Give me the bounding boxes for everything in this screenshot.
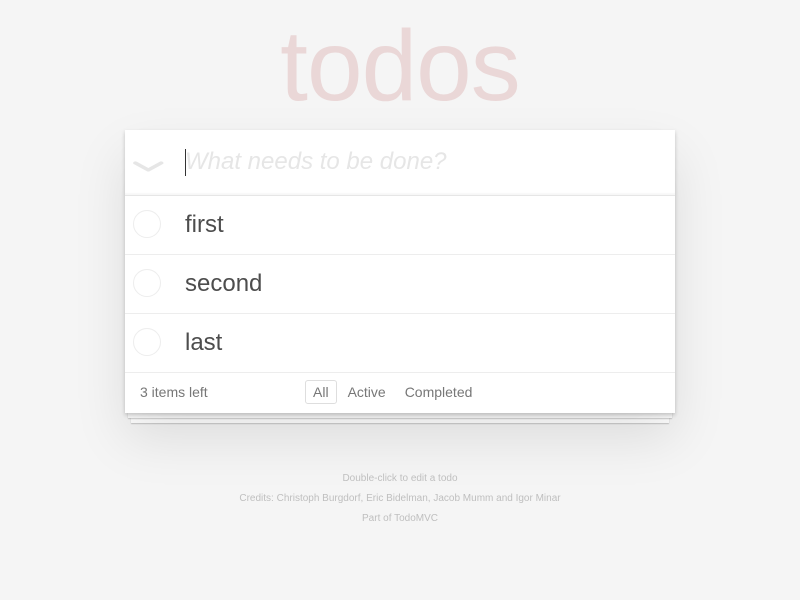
todo-header: [125, 130, 675, 196]
new-todo-input[interactable]: [185, 148, 645, 176]
edit-hint: Double-click to edit a todo: [342, 473, 458, 484]
credits-text: Credits: Christoph Burgdorf, Eric Bidelm…: [239, 493, 561, 504]
part-of-todomvc-link[interactable]: Part of TodoMVC: [0, 514, 800, 524]
text-caret: [185, 149, 186, 176]
todo-item-first[interactable]: first: [125, 196, 675, 255]
todo-footer: 3 items left All Active Completed: [125, 373, 675, 413]
todo-item-last[interactable]: last: [125, 314, 675, 373]
info-footer: Double-click to edit a todo Credits: Chr…: [0, 474, 800, 534]
todo-app: first second last 3 items left All Activ…: [125, 130, 675, 413]
filter-tabs: All Active Completed: [305, 380, 483, 404]
filter-completed[interactable]: Completed: [397, 380, 481, 404]
todo-count: 3 items left: [140, 384, 208, 400]
chevron-down-icon: [132, 161, 163, 172]
todo-item-second[interactable]: second: [125, 255, 675, 314]
todo-toggle-checkbox[interactable]: [133, 328, 161, 356]
filter-active[interactable]: Active: [340, 380, 394, 404]
app-title: todos: [280, 10, 521, 122]
todo-toggle-checkbox[interactable]: [133, 269, 161, 297]
todo-label[interactable]: first: [185, 211, 224, 239]
todo-list: first second last: [125, 196, 675, 373]
todo-label[interactable]: second: [185, 270, 262, 298]
toggle-all-chevron-down-icon[interactable]: [112, 146, 184, 186]
todo-toggle-checkbox[interactable]: [133, 210, 161, 238]
todo-label[interactable]: last: [185, 329, 222, 357]
filter-all[interactable]: All: [305, 380, 337, 404]
